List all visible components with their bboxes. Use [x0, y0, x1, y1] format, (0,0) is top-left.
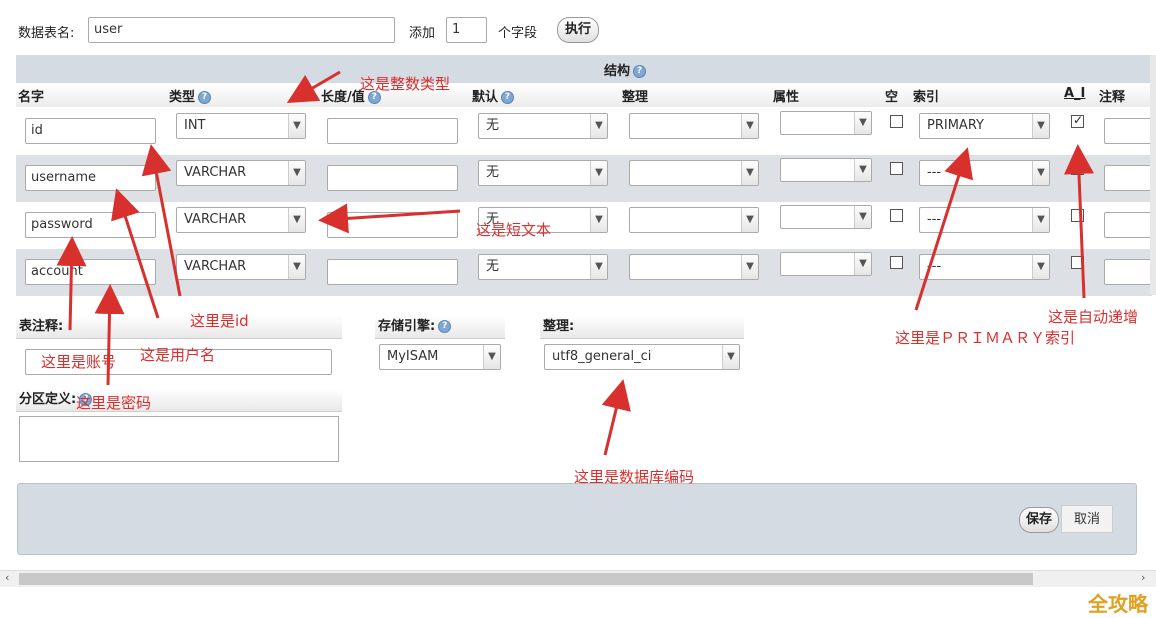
- arrow-auto-inc: [1063, 144, 1094, 299]
- annotation-password: 这里是密码: [76, 394, 152, 412]
- annotation-short-text: 这是短文本: [476, 221, 552, 239]
- annotation-primary: 这里是ＰＲＩＭＡＲＹ索引: [895, 329, 1076, 347]
- arrow-id: [141, 144, 182, 297]
- annotation-account: 这里是账号: [41, 353, 117, 371]
- arrow-primary: [914, 147, 974, 311]
- arrow-db-encoding: [601, 379, 631, 456]
- annotation-db-encoding: 这里是数据库编码: [574, 468, 695, 486]
- arrow-int-type: [286, 70, 341, 104]
- annotation-arrows: [56, 70, 1094, 456]
- watermark-logo: 全攻略: [1088, 592, 1148, 616]
- arrow-account: [56, 236, 87, 331]
- arrow-username: [111, 188, 160, 319]
- annotation-id: 这里是id: [190, 312, 249, 330]
- arrow-short-text: [318, 203, 461, 234]
- annotation-auto-inc: 这是自动递增: [1048, 308, 1139, 326]
- annotation-username: 这是用户名: [140, 346, 216, 364]
- annotation-int-type: 这是整数类型: [360, 75, 451, 93]
